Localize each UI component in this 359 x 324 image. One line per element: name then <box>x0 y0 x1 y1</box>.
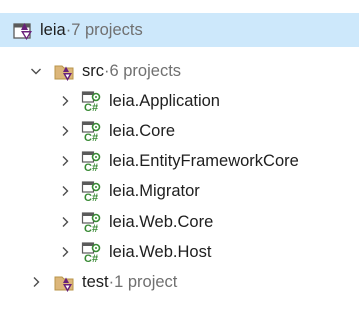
project-node[interactable]: C# leia.Web.Core <box>0 205 359 239</box>
project-name: leia.EntityFrameworkCore <box>109 151 299 170</box>
csharp-project-icon: C# <box>81 120 103 142</box>
chevron-right-icon[interactable] <box>57 93 73 109</box>
csharp-project-icon: C# <box>81 180 103 202</box>
solution-node[interactable]: leia · 7 projects <box>0 13 359 47</box>
chevron-right-icon[interactable] <box>57 183 73 199</box>
folder-name-src: src <box>82 61 104 80</box>
project-name: leia.Application <box>109 91 220 110</box>
folder-name-test: test <box>82 272 109 291</box>
svg-text:C#: C# <box>84 162 98 172</box>
csharp-project-icon: C# <box>81 90 103 112</box>
folder-node-src[interactable]: src · 6 projects <box>0 54 359 88</box>
project-node[interactable]: C# leia.Application <box>0 84 359 118</box>
project-node[interactable]: C# leia.Web.Host <box>0 235 359 269</box>
csharp-project-icon: C# <box>81 150 103 172</box>
project-name: leia.Core <box>109 121 176 140</box>
project-node[interactable]: C# leia.Core <box>0 114 359 148</box>
solution-project-count: 7 projects <box>71 20 143 39</box>
csharp-project-icon: C# <box>81 241 103 263</box>
folder-count-test: 1 project <box>114 272 178 291</box>
chevron-right-icon[interactable] <box>57 214 73 230</box>
project-name: leia.Migrator <box>109 181 200 200</box>
solution-icon <box>12 19 34 41</box>
folder-count-src: 6 projects <box>109 61 182 80</box>
svg-text:C#: C# <box>84 192 98 202</box>
folder-node-test[interactable]: test · 1 project <box>0 265 359 299</box>
chevron-down-icon[interactable] <box>28 63 44 79</box>
project-node[interactable]: C# leia.Migrator <box>0 174 359 208</box>
chevron-right-icon[interactable] <box>57 244 73 260</box>
chevron-right-icon[interactable] <box>28 274 44 290</box>
svg-text:C#: C# <box>84 102 98 112</box>
project-node[interactable]: C# leia.EntityFrameworkCore <box>0 144 359 178</box>
project-name: leia.Web.Host <box>109 242 212 261</box>
chevron-right-icon[interactable] <box>57 153 73 169</box>
chevron-right-icon[interactable] <box>57 123 73 139</box>
solution-folder-icon <box>54 60 76 82</box>
project-name: leia.Web.Core <box>109 212 214 231</box>
csharp-project-icon: C# <box>81 211 103 233</box>
svg-text:C#: C# <box>84 132 98 142</box>
svg-text:C#: C# <box>84 253 98 263</box>
svg-text:C#: C# <box>84 223 98 233</box>
solution-explorer-tree: leia · 7 projects src · 6 projects C# le… <box>0 0 359 324</box>
solution-folder-icon <box>54 271 76 293</box>
solution-name: leia <box>40 20 66 39</box>
